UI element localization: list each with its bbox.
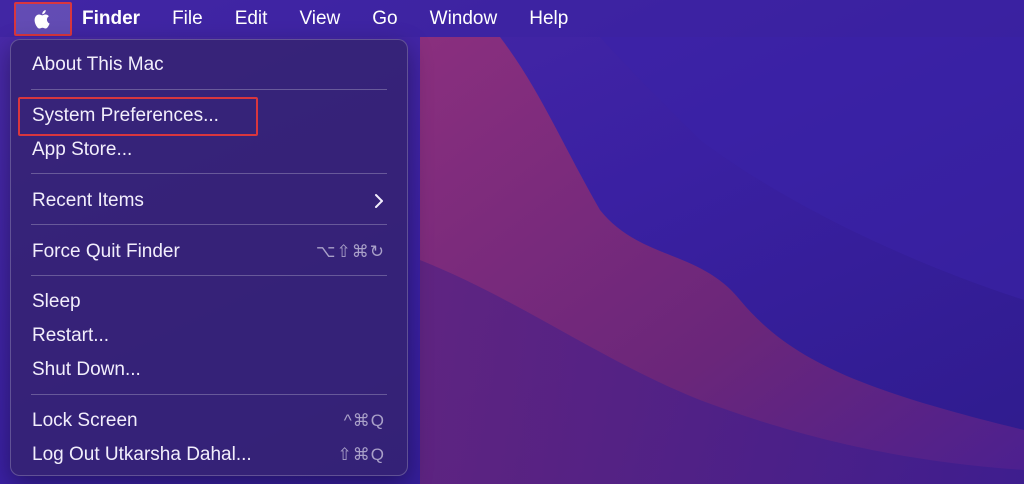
- menu-item-recent-items[interactable]: Recent Items: [32, 186, 385, 216]
- menu-bar: Finder File Edit View Go Window Help: [0, 0, 1024, 37]
- apple-logo-icon: [34, 10, 50, 29]
- menu-item-restart[interactable]: Restart...: [32, 321, 385, 351]
- menu-item-force-quit[interactable]: Force Quit Finder ⌥⇧⌘↻: [32, 237, 385, 267]
- menu-item-label: Shut Down...: [32, 359, 141, 380]
- menu-item-shut-down[interactable]: Shut Down...: [32, 355, 385, 385]
- annotation-highlight-system-preferences: [18, 97, 258, 136]
- menu-item-label: About This Mac: [32, 54, 164, 75]
- menu-view[interactable]: View: [299, 8, 340, 30]
- apple-menu-dropdown: About This Mac System Preferences... App…: [10, 39, 408, 476]
- keyboard-shortcut: ⇧⌘Q: [337, 445, 385, 464]
- menu-item-label: Restart...: [32, 325, 110, 346]
- menu-item-label: Lock Screen: [32, 410, 138, 431]
- menu-item-label: Force Quit Finder: [32, 241, 180, 262]
- menu-item-about-this-mac[interactable]: About This Mac: [32, 50, 385, 80]
- keyboard-shortcut: ⌥⇧⌘↻: [315, 242, 385, 261]
- menu-item-log-out[interactable]: Log Out Utkarsha Dahal... ⇧⌘Q: [32, 440, 385, 470]
- menu-separator: [31, 394, 387, 395]
- menu-item-label: App Store...: [32, 139, 133, 160]
- menu-help[interactable]: Help: [529, 8, 568, 30]
- menu-separator: [31, 224, 387, 225]
- menu-item-label: Sleep: [32, 291, 81, 312]
- menu-item-label: Log Out Utkarsha Dahal...: [32, 444, 252, 465]
- menu-window[interactable]: Window: [430, 8, 498, 30]
- chevron-right-icon: [375, 194, 383, 208]
- menu-edit[interactable]: Edit: [235, 8, 268, 30]
- menu-file[interactable]: File: [172, 8, 203, 30]
- keyboard-shortcut: ^⌘Q: [343, 411, 385, 430]
- apple-menu-button[interactable]: [14, 2, 72, 36]
- menu-titles: Finder File Edit View Go Window Help: [82, 0, 600, 37]
- menu-separator: [31, 275, 387, 276]
- menu-item-app-store[interactable]: App Store...: [32, 135, 385, 165]
- menu-item-sleep[interactable]: Sleep: [32, 287, 385, 317]
- menu-separator: [31, 89, 387, 90]
- menu-item-lock-screen[interactable]: Lock Screen ^⌘Q: [32, 406, 385, 436]
- menu-separator: [31, 173, 387, 174]
- menu-go[interactable]: Go: [372, 8, 397, 30]
- menu-finder[interactable]: Finder: [82, 8, 140, 30]
- menu-item-label: Recent Items: [32, 190, 144, 211]
